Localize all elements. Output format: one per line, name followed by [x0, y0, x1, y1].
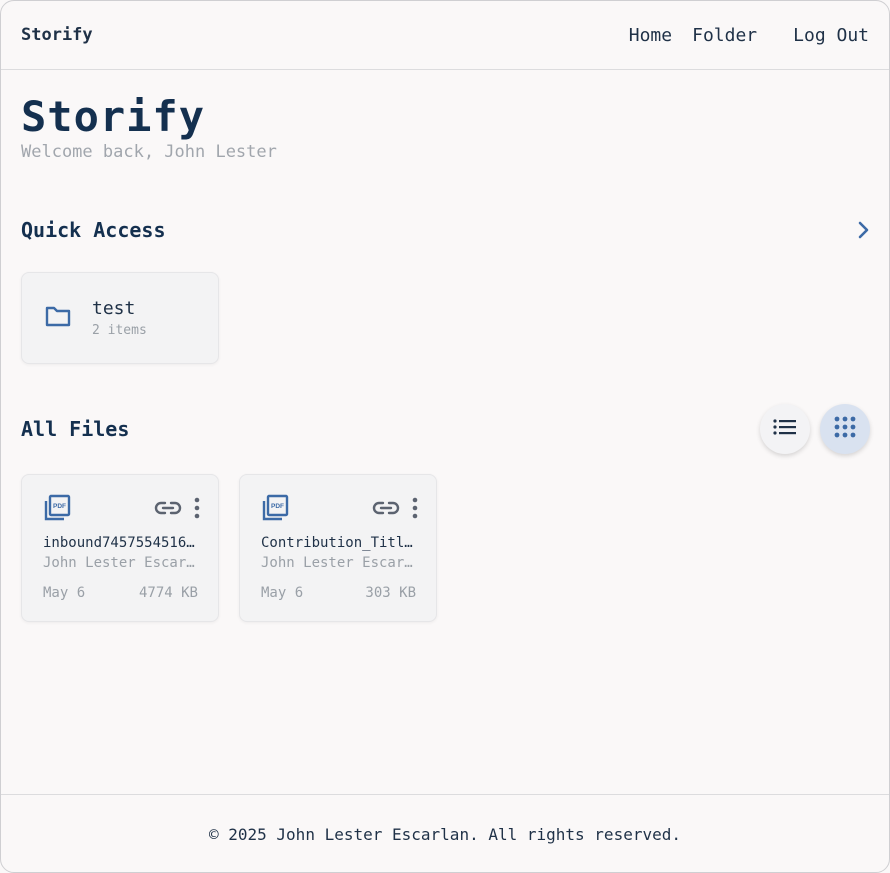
file-actions — [154, 497, 200, 523]
more-vertical-icon[interactable] — [194, 497, 200, 523]
grid-view-button[interactable] — [820, 404, 870, 454]
file-name: Contribution_Titl… — [261, 535, 413, 551]
folder-info: test 2 items — [92, 298, 147, 338]
quick-access-folder-card[interactable]: test 2 items — [21, 272, 219, 364]
file-meta: May 6 4774 KB — [43, 585, 198, 601]
welcome-message: Welcome back, John Lester — [21, 142, 277, 162]
folder-item-count: 2 items — [92, 323, 147, 338]
file-meta: May 6 303 KB — [261, 585, 416, 601]
link-icon[interactable] — [154, 500, 182, 520]
grid-icon — [834, 416, 856, 442]
view-toggle — [760, 404, 870, 454]
folder-icon — [44, 304, 72, 332]
quick-access-header: Quick Access — [21, 210, 869, 250]
all-files-header: All Files — [21, 404, 870, 454]
page-title: Storify — [21, 92, 206, 141]
file-card-header: PDF — [261, 494, 418, 526]
nav-logout-link[interactable]: Log Out — [793, 25, 869, 46]
copyright-text: © 2025 John Lester Escarlan. All rights … — [208, 824, 681, 844]
list-view-button[interactable] — [760, 404, 810, 454]
list-icon — [773, 418, 797, 440]
svg-text:PDF: PDF — [53, 503, 66, 510]
file-owner: John Lester Escar… — [261, 555, 413, 571]
main-nav: Home Folder Log Out — [609, 25, 869, 46]
nav-folder-link[interactable]: Folder — [692, 25, 757, 46]
file-name: inbound7457554516… — [43, 535, 195, 551]
svg-text:PDF: PDF — [271, 503, 284, 510]
top-navbar: Storify Home Folder Log Out — [1, 1, 889, 70]
pdf-icon: PDF — [261, 494, 289, 526]
nav-home-link[interactable]: Home — [629, 25, 672, 46]
chevron-right-icon[interactable] — [851, 218, 875, 242]
file-card[interactable]: PDF Contribution_Titl… John Lester Escar… — [239, 474, 437, 622]
footer: © 2025 John Lester Escarlan. All rights … — [1, 794, 889, 872]
file-size: 4774 KB — [138, 585, 198, 601]
brand-logo[interactable]: Storify — [21, 25, 93, 45]
file-actions — [372, 497, 418, 523]
folder-name: test — [92, 298, 136, 319]
file-date: May 6 — [261, 585, 304, 601]
file-grid: PDF inbound7457554516… John Lester Escar… — [21, 474, 869, 622]
all-files-title: All Files — [21, 417, 130, 441]
pdf-icon: PDF — [43, 494, 71, 526]
file-card[interactable]: PDF inbound7457554516… John Lester Escar… — [21, 474, 219, 622]
file-size: 303 KB — [365, 585, 416, 601]
file-card-header: PDF — [43, 494, 200, 526]
file-date: May 6 — [43, 585, 86, 601]
file-owner: John Lester Escar… — [43, 555, 195, 571]
quick-access-title: Quick Access — [21, 218, 166, 242]
more-vertical-icon[interactable] — [412, 497, 418, 523]
app-window: Storify Home Folder Log Out Storify Welc… — [0, 0, 890, 873]
link-icon[interactable] — [372, 500, 400, 520]
main-content: Storify Welcome back, John Lester Quick … — [1, 92, 889, 622]
